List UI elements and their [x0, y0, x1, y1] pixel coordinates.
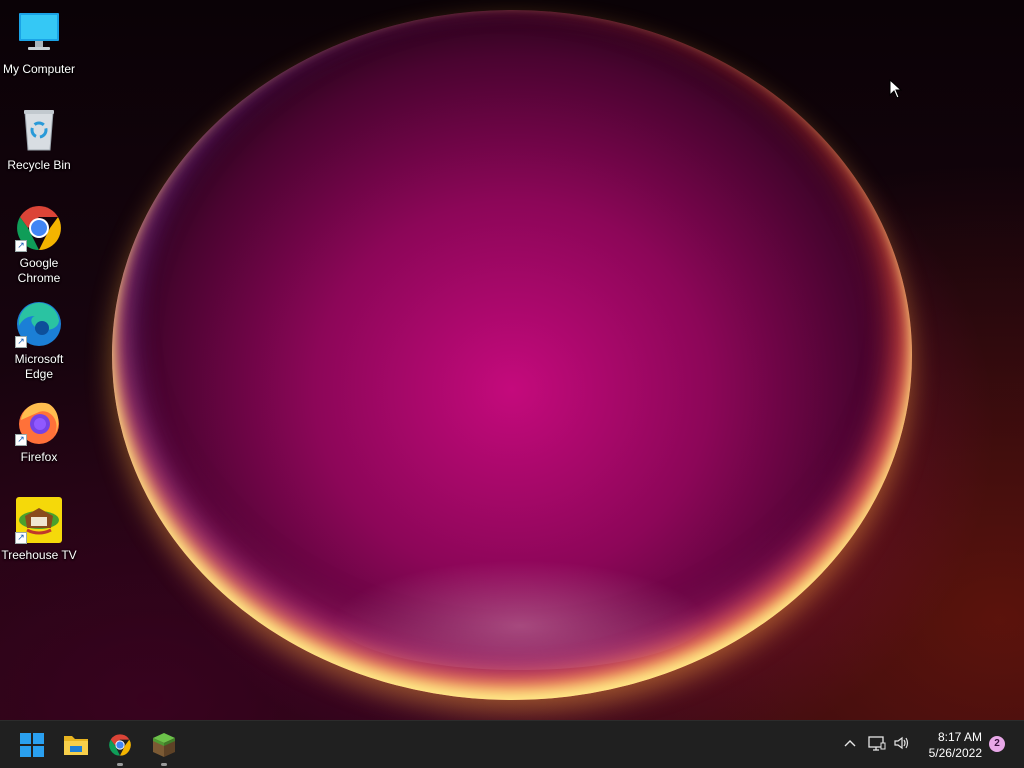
notification-badge[interactable]: 2 — [989, 736, 1005, 752]
volume-icon[interactable] — [893, 735, 911, 756]
minecraft-taskbar-button[interactable] — [147, 729, 181, 766]
desktop-icon-google-chrome[interactable]: ↗ Google Chrome — [0, 204, 78, 286]
windows-logo-icon — [20, 733, 44, 757]
shortcut-arrow-icon: ↗ — [15, 532, 27, 544]
edge-icon: ↗ — [15, 300, 63, 348]
desktop-icon-label: Microsoft Edge — [14, 352, 64, 381]
chevron-up-icon[interactable] — [842, 735, 858, 756]
desktop-icon-label: My Computer — [2, 62, 76, 76]
desktop-icon-label: Google Chrome — [17, 256, 61, 285]
monitor-icon — [15, 10, 63, 58]
wallpaper-glow — [330, 560, 710, 670]
network-icon[interactable] — [868, 735, 886, 756]
desktop-icon-treehouse-tv[interactable]: ↗ Treehouse TV — [0, 496, 78, 563]
desktop-icon-firefox[interactable]: ↗ Firefox — [0, 398, 78, 465]
clock-date: 5/26/2022 — [928, 746, 982, 760]
desktop-icon-label: Treehouse TV — [1, 548, 77, 562]
shortcut-arrow-icon: ↗ — [15, 434, 27, 446]
running-indicator — [161, 763, 167, 766]
grass-block-icon — [153, 733, 175, 757]
desktop-icon-label: Recycle Bin — [7, 158, 71, 172]
chrome-taskbar-button[interactable] — [103, 729, 137, 766]
firefox-icon: ↗ — [15, 398, 63, 446]
start-button[interactable] — [15, 729, 49, 761]
taskbar: 8:17 AM 5/26/2022 — [0, 720, 1024, 768]
running-indicator — [117, 763, 123, 766]
file-explorer-button[interactable] — [59, 729, 93, 761]
shortcut-arrow-icon: ↗ — [15, 336, 27, 348]
chrome-icon — [109, 734, 131, 756]
system-clock[interactable]: 8:17 AM 5/26/2022 — [929, 729, 982, 761]
chrome-icon: ↗ — [15, 204, 63, 252]
treehouse-tv-icon: ↗ — [15, 496, 63, 544]
desktop-wallpaper — [0, 0, 1024, 720]
shortcut-arrow-icon: ↗ — [15, 240, 27, 252]
desktop-icon-recycle-bin[interactable]: Recycle Bin — [0, 106, 78, 173]
folder-icon — [64, 736, 88, 755]
desktop-icon-my-computer[interactable]: My Computer — [0, 10, 78, 77]
desktop-icon-label: Firefox — [20, 450, 58, 464]
mouse-cursor-icon — [889, 78, 903, 104]
clock-time: 8:17 AM — [937, 730, 982, 744]
recycle-bin-icon — [15, 106, 63, 154]
desktop-icon-microsoft-edge[interactable]: ↗ Microsoft Edge — [0, 300, 78, 382]
